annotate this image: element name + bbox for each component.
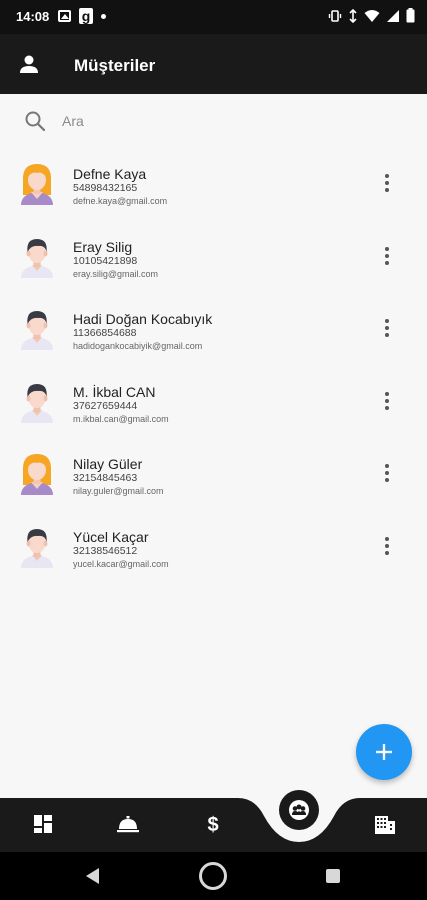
- home-icon[interactable]: [199, 862, 227, 890]
- more-options-icon[interactable]: [374, 460, 400, 486]
- customer-name: M. İkbal CAN: [73, 383, 156, 400]
- customer-email: nilay.guler@gmail.com: [73, 486, 164, 496]
- system-status-icons: [328, 8, 415, 23]
- avatar: [18, 306, 56, 350]
- more-options-icon[interactable]: [374, 315, 400, 341]
- customer-email: hadidogankocabiyik@gmail.com: [73, 341, 203, 351]
- search-input[interactable]: [62, 108, 392, 134]
- customer-email: eray.silig@gmail.com: [73, 268, 158, 279]
- search-icon: [25, 111, 46, 132]
- customer-email: defne.kaya@gmail.com: [73, 196, 168, 206]
- customers-icon: [289, 800, 309, 820]
- page-title: Müşteriler: [74, 56, 156, 75]
- status-bar: 14:08 g: [0, 0, 427, 34]
- person-icon: [20, 55, 38, 73]
- app-bar: Müşteriler: [0, 34, 427, 94]
- plus-icon: [376, 744, 392, 760]
- avatar: [18, 379, 56, 423]
- customer-name: Defne Kaya: [73, 166, 147, 182]
- customer-phone: 32154845463: [73, 472, 138, 484]
- add-customer-button[interactable]: [356, 724, 412, 780]
- image-notification-icon: [58, 10, 71, 22]
- customer-email: yucel.kacar@gmail.com: [73, 558, 169, 569]
- building-icon: [375, 816, 395, 834]
- customer-name: Yücel Kaçar: [73, 528, 149, 545]
- more-options-icon[interactable]: [374, 170, 400, 196]
- customer-name: Nilay Güler: [73, 456, 143, 472]
- g-app-notification-icon: g: [79, 8, 93, 24]
- customer-phone: 10105421898: [73, 254, 138, 267]
- nav-dashboard[interactable]: [23, 810, 63, 838]
- avatar: [18, 161, 56, 205]
- recent-apps-icon[interactable]: [326, 869, 340, 883]
- customer-list-item[interactable]: Defne Kaya 54898432165 defne.kaya@gmail.co…: [0, 148, 427, 221]
- customer-list-item[interactable]: M. İkbal CAN 37627659444 m.ikbal.can@gmail…: [0, 366, 427, 439]
- more-notifications-icon: [101, 13, 106, 19]
- customer-list-item[interactable]: Nilay Güler 32154845463 nilay.guler@gmail.…: [0, 438, 427, 511]
- customer-name: Eray Silig: [73, 238, 133, 255]
- customer-phone: 37627659444: [73, 399, 138, 412]
- avatar: [18, 451, 56, 495]
- customer-email: m.ikbal.can@gmail.com: [73, 413, 169, 424]
- avatar: [18, 524, 56, 568]
- wifi-icon: [364, 9, 380, 22]
- nav-services[interactable]: [108, 810, 148, 838]
- avatar: [18, 234, 56, 278]
- dollar-icon: $: [207, 814, 218, 835]
- customer-name: Hadi Doğan Kocabıyık: [73, 311, 213, 327]
- customer-phone: 32138546512: [73, 544, 138, 557]
- vibrate-icon: [328, 9, 342, 22]
- nav-customers[interactable]: [279, 790, 319, 830]
- dashboard-icon: [34, 815, 52, 833]
- data-saver-icon: [349, 8, 357, 23]
- svg-text:$: $: [207, 814, 218, 835]
- customer-list-item[interactable]: Hadi Doğan Kocabıyık 11366854688 hadidogan…: [0, 293, 427, 366]
- back-icon[interactable]: [86, 868, 99, 884]
- more-options-icon[interactable]: [374, 388, 400, 414]
- bottom-navigation: $: [0, 788, 427, 852]
- customer-phone: 11366854688: [73, 327, 137, 339]
- system-navigation-bar: [0, 852, 427, 900]
- customer-list: Defne Kaya 54898432165 defne.kaya@gmail.co…: [0, 148, 427, 583]
- nav-company[interactable]: [365, 810, 405, 838]
- customer-phone: 54898432165: [73, 182, 138, 194]
- more-options-icon[interactable]: [374, 533, 400, 559]
- more-options-icon[interactable]: [374, 243, 400, 269]
- service-bell-icon: [117, 816, 139, 833]
- customer-list-item[interactable]: Yücel Kaçar 32138546512 yucel.kacar@gmail.…: [0, 511, 427, 584]
- customer-list-item[interactable]: Eray Silig 10105421898 eray.silig@gmail.co…: [0, 221, 427, 294]
- status-time: 14:08: [16, 9, 50, 24]
- notification-icons: g: [58, 8, 106, 24]
- battery-icon: [406, 8, 415, 23]
- search-bar: [0, 96, 427, 146]
- signal-icon: [387, 9, 399, 22]
- nav-payments[interactable]: $: [193, 810, 233, 838]
